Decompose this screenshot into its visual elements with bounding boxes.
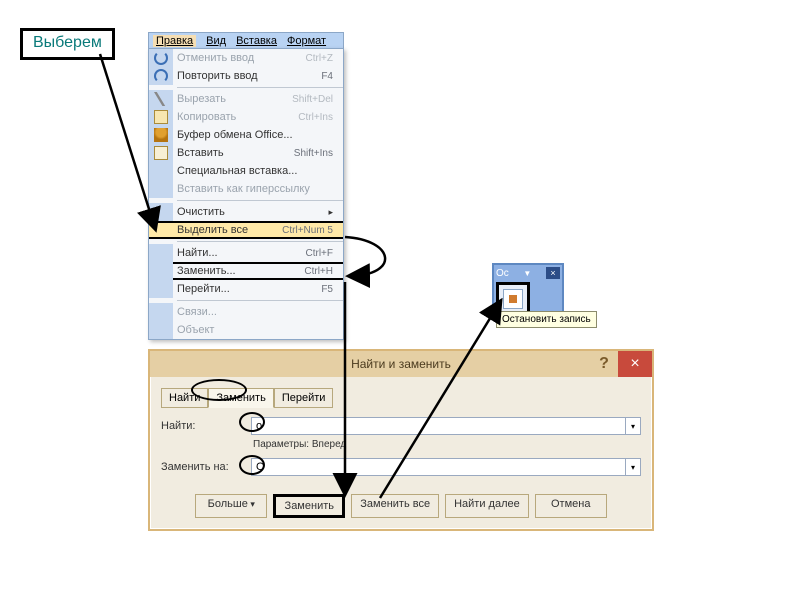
menu-item-select-all[interactable]: Выделить все Ctrl+Num 5	[149, 221, 343, 239]
menu-item-paste-special[interactable]: Специальная вставка...	[149, 162, 343, 180]
tab-replace[interactable]: Заменить	[208, 388, 273, 408]
redo-icon	[154, 69, 168, 83]
menu-item-clear[interactable]: Очистить	[149, 203, 343, 221]
menu-view[interactable]: Вид	[206, 35, 226, 47]
menu-item-office-clipboard[interactable]: Буфер обмена Office...	[149, 126, 343, 144]
annotation-callout: Выберем	[20, 28, 115, 60]
replace-input[interactable]	[251, 458, 625, 476]
help-button[interactable]: ?	[590, 351, 618, 377]
menu-format[interactable]: Формат	[287, 35, 326, 47]
replace-button[interactable]: Заменить	[273, 494, 345, 518]
tab-goto[interactable]: Перейти	[274, 388, 334, 408]
find-input[interactable]	[251, 417, 625, 435]
options-label: Параметры:	[253, 439, 309, 450]
clipboard-icon	[154, 128, 168, 142]
menu-item-redo[interactable]: Повторить ввод F4	[149, 67, 343, 85]
menu-item-goto[interactable]: Перейти... F5	[149, 280, 343, 298]
undo-icon	[154, 51, 168, 65]
menu-item-paste-hyperlink: Вставить как гиперссылку	[149, 180, 343, 198]
find-dropdown-button[interactable]: ▾	[625, 417, 641, 435]
replace-label: Заменить на:	[161, 461, 251, 473]
menu-item-object: Объект	[149, 321, 343, 339]
stop-recording-button[interactable]	[503, 289, 523, 309]
options-value: Вперед	[312, 439, 346, 450]
replace-all-button[interactable]: Заменить все	[351, 494, 439, 518]
tooltip-stop-recording: Остановить запись	[496, 311, 597, 328]
dialog-tabs: Найти Заменить Перейти	[161, 387, 641, 407]
cancel-button[interactable]: Отмена	[535, 494, 607, 518]
more-button[interactable]: Больше	[195, 494, 267, 518]
stop-icon	[509, 295, 517, 303]
menu-item-copy: Копировать Ctrl+Ins	[149, 108, 343, 126]
paste-icon	[154, 146, 168, 160]
close-icon[interactable]: ×	[546, 267, 560, 279]
scissors-icon	[154, 92, 168, 106]
menu-item-find[interactable]: Найти... Ctrl+F	[149, 244, 343, 262]
tab-find[interactable]: Найти	[161, 388, 208, 408]
edit-menu-dropdown: Отменить ввод Ctrl+Z Повторить ввод F4 В…	[148, 48, 344, 340]
menu-item-links: Связи...	[149, 303, 343, 321]
macro-toolbar-title: Ос	[496, 268, 509, 279]
menu-item-cut: Вырезать Shift+Del	[149, 90, 343, 108]
menu-item-paste[interactable]: Вставить Shift+Ins	[149, 144, 343, 162]
menu-item-replace[interactable]: Заменить... Ctrl+H	[149, 262, 343, 280]
find-next-button[interactable]: Найти далее	[445, 494, 529, 518]
dropdown-icon[interactable]: ▼	[523, 269, 531, 278]
menu-edit[interactable]: Правка	[153, 35, 196, 47]
menu-item-undo[interactable]: Отменить ввод Ctrl+Z	[149, 49, 343, 67]
menu-insert[interactable]: Вставка	[236, 35, 277, 47]
find-replace-dialog: Найти и заменить ? × Найти Заменить Пере…	[148, 349, 654, 531]
copy-icon	[154, 110, 168, 124]
close-button[interactable]: ×	[618, 351, 652, 377]
dialog-title: Найти и заменить	[351, 357, 451, 371]
find-label: Найти:	[161, 420, 251, 432]
replace-dropdown-button[interactable]: ▾	[625, 458, 641, 476]
